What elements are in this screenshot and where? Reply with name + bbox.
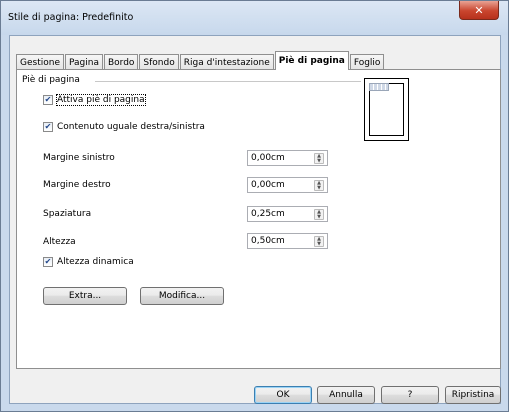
checkmark-icon: ✔ bbox=[43, 122, 53, 132]
dynamic-height-label: Altezza dinamica bbox=[57, 257, 134, 267]
spin-arrows-icon[interactable]: ▲ ▼ bbox=[314, 153, 324, 164]
dynamic-height-checkbox[interactable]: ✔ Altezza dinamica bbox=[43, 257, 134, 267]
page-preview bbox=[364, 78, 409, 141]
height-label: Altezza bbox=[43, 237, 76, 247]
help-button[interactable]: ? bbox=[381, 386, 439, 404]
activate-footer-label: Attiva piè di pagina bbox=[56, 94, 146, 106]
tab-pie-di-pagina[interactable]: Piè di pagina bbox=[274, 51, 349, 70]
spin-arrows-icon[interactable]: ▲ ▼ bbox=[314, 209, 324, 220]
ok-button[interactable]: OK bbox=[254, 386, 312, 404]
right-margin-label: Margine destro bbox=[43, 180, 111, 190]
dialog-client-area: Gestione Pagina Bordo Sfondo Riga d'inte… bbox=[9, 35, 501, 404]
group-divider bbox=[95, 81, 361, 82]
reset-button[interactable]: Ripristina bbox=[445, 386, 501, 404]
tab-bordo[interactable]: Bordo bbox=[103, 54, 139, 70]
footer-group-title: Piè di pagina bbox=[22, 75, 80, 85]
tab-pagina[interactable]: Pagina bbox=[64, 54, 103, 70]
footer-tab-panel: Piè di pagina ✔ Attiva piè di pagina ✔ C… bbox=[16, 69, 501, 369]
spacing-value: 0,25cm bbox=[251, 209, 285, 219]
window-title: Stile di pagina: Predefinito bbox=[8, 12, 134, 23]
spin-arrows-icon[interactable]: ▲ ▼ bbox=[314, 180, 324, 191]
edit-button[interactable]: Modifica... bbox=[140, 287, 224, 305]
extra-button[interactable]: Extra... bbox=[43, 287, 127, 305]
tab-riga-intestazione[interactable]: Riga d'intestazione bbox=[179, 54, 274, 70]
checkmark-icon: ✔ bbox=[43, 257, 53, 267]
spin-arrows-icon[interactable]: ▲ ▼ bbox=[314, 236, 324, 247]
left-margin-value: 0,00cm bbox=[251, 153, 285, 163]
close-icon: ✕ bbox=[474, 3, 484, 17]
spacing-label: Spaziatura bbox=[43, 209, 92, 219]
cancel-button[interactable]: Annulla bbox=[317, 386, 375, 404]
spacing-field[interactable]: 0,25cm ▲ ▼ bbox=[247, 206, 328, 222]
checkmark-icon: ✔ bbox=[43, 95, 53, 105]
preview-footer-area bbox=[369, 83, 389, 91]
tab-bar: Gestione Pagina Bordo Sfondo Riga d'inte… bbox=[16, 50, 385, 70]
height-value: 0,50cm bbox=[251, 236, 285, 246]
right-margin-field[interactable]: 0,00cm ▲ ▼ bbox=[247, 177, 328, 193]
left-margin-label: Margine sinistro bbox=[43, 153, 115, 163]
title-bar: Stile di pagina: Predefinito ✕ bbox=[1, 1, 508, 35]
tab-foglio[interactable]: Foglio bbox=[349, 54, 385, 70]
left-margin-field[interactable]: 0,00cm ▲ ▼ bbox=[247, 150, 328, 166]
height-field[interactable]: 0,50cm ▲ ▼ bbox=[247, 233, 328, 249]
tab-gestione[interactable]: Gestione bbox=[16, 54, 64, 70]
right-margin-value: 0,00cm bbox=[251, 180, 285, 190]
same-content-label: Contenuto uguale destra/sinistra bbox=[57, 122, 205, 132]
page-style-dialog: Stile di pagina: Predefinito ✕ Gestione … bbox=[0, 0, 509, 412]
close-button[interactable]: ✕ bbox=[459, 1, 499, 20]
activate-footer-checkbox[interactable]: ✔ Attiva piè di pagina bbox=[43, 94, 146, 106]
tab-sfondo[interactable]: Sfondo bbox=[139, 54, 179, 70]
same-content-checkbox[interactable]: ✔ Contenuto uguale destra/sinistra bbox=[43, 122, 205, 132]
